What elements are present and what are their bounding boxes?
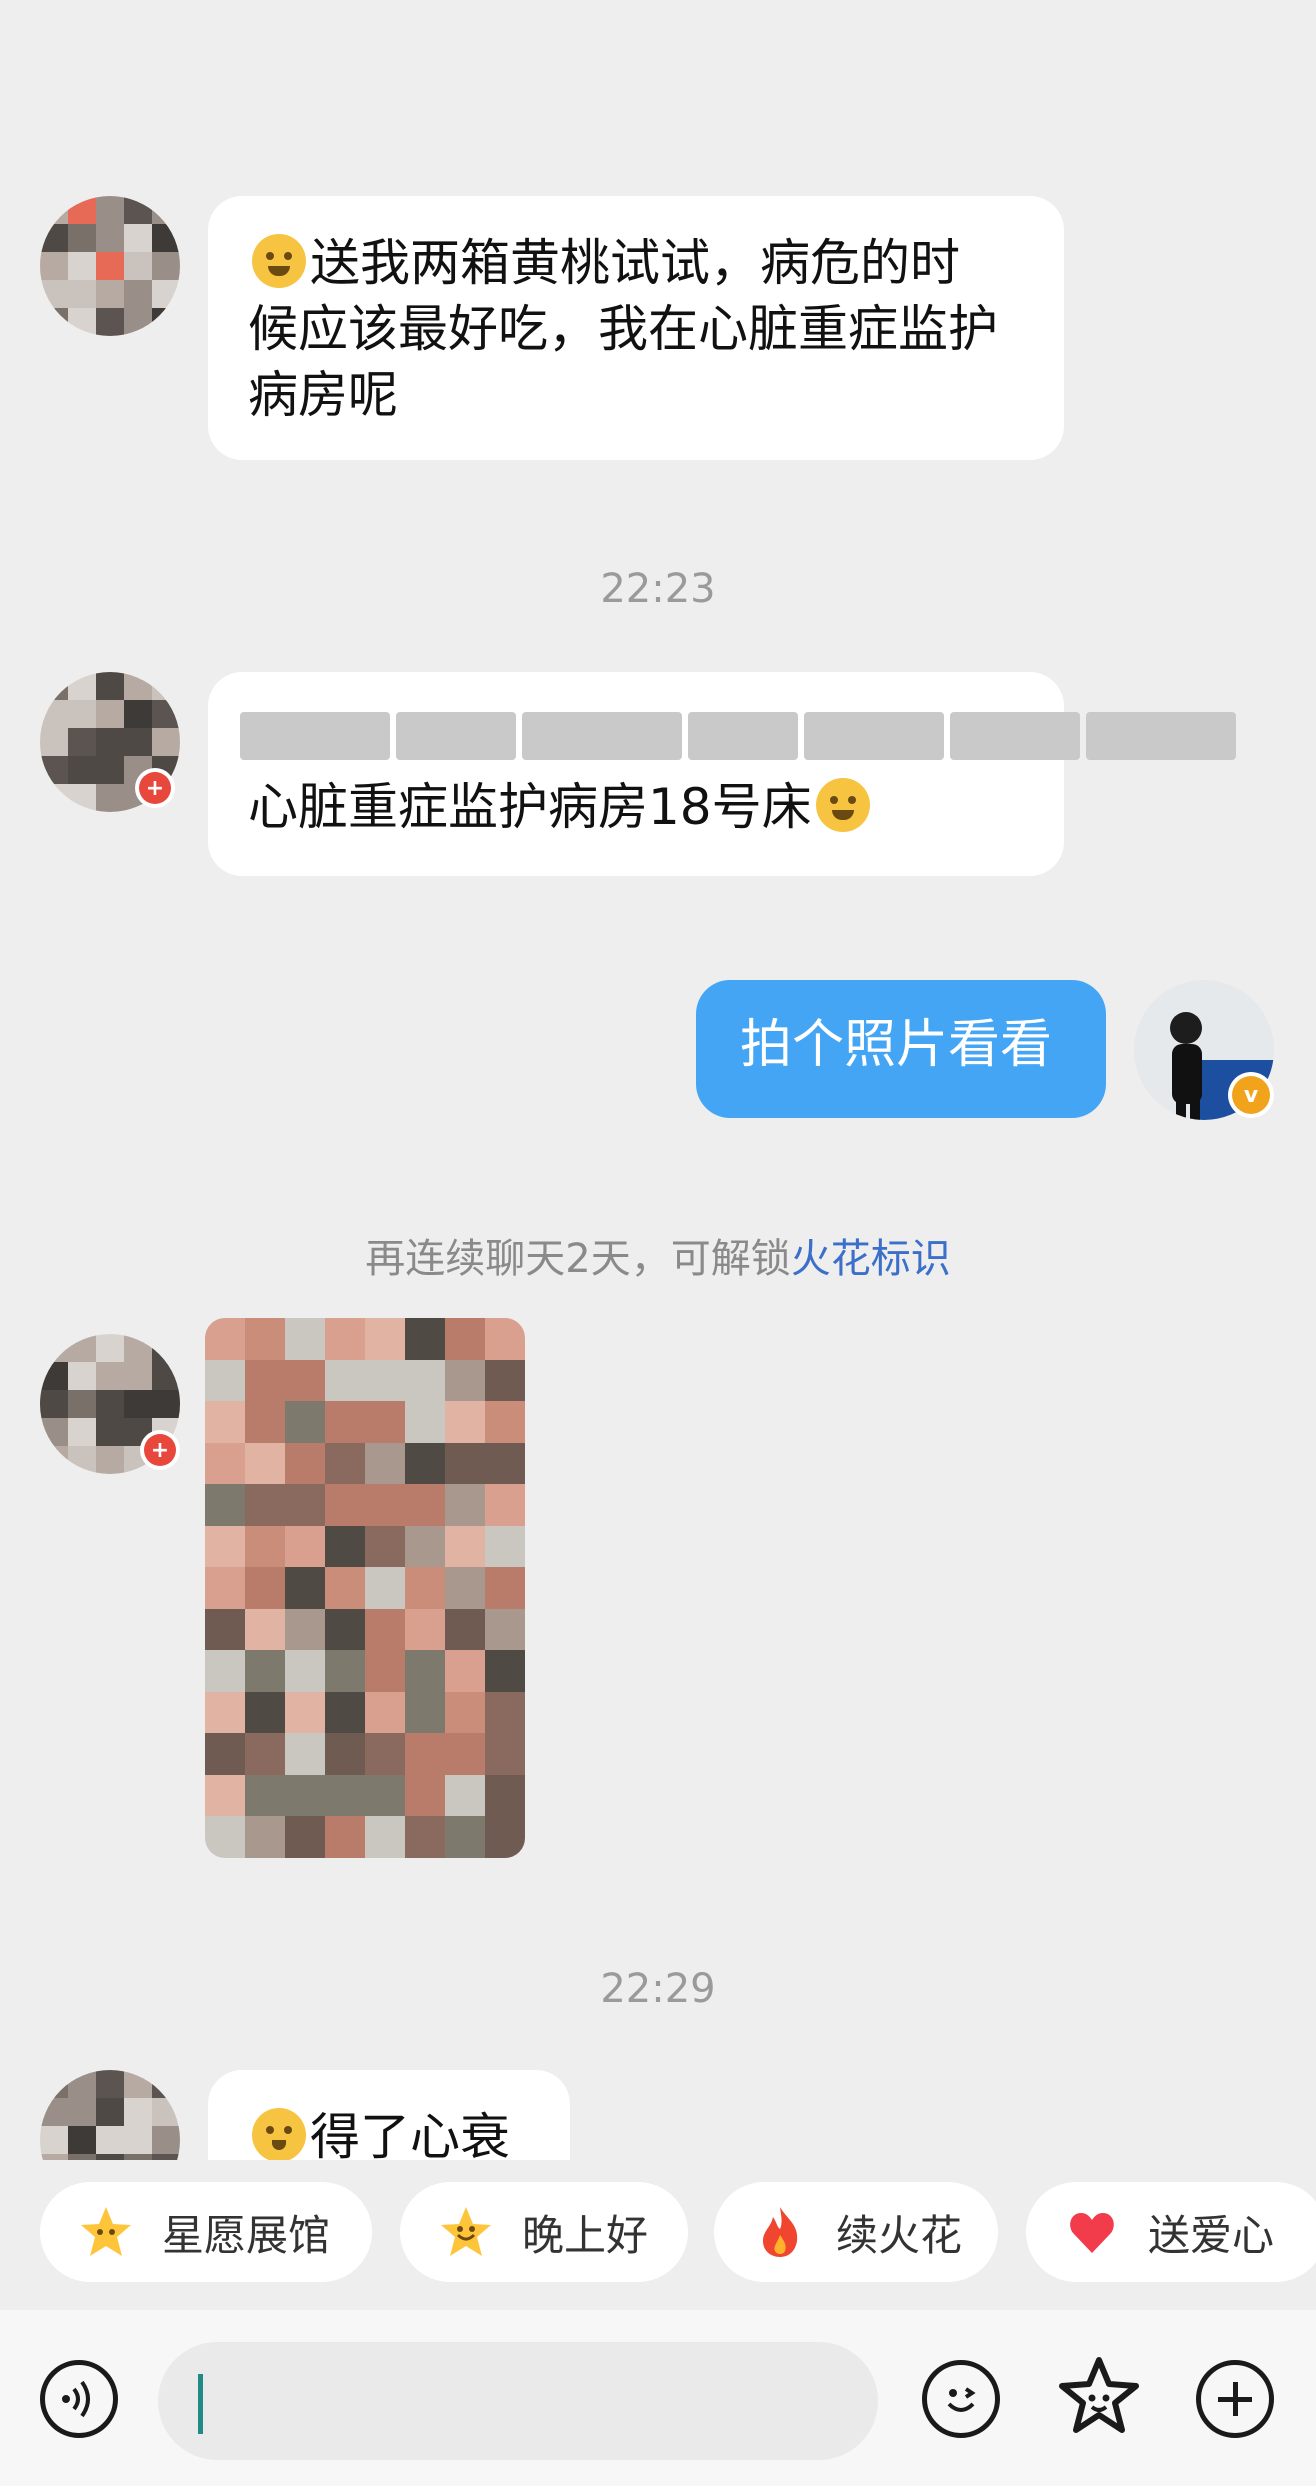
input-bar	[0, 2310, 1316, 2486]
star-sticker-icon	[1059, 2357, 1139, 2433]
message-text: 心脏重症监护病房18号床	[248, 778, 812, 836]
emoji-button[interactable]	[922, 2360, 1000, 2438]
timestamp: 22:23	[600, 566, 716, 612]
quick-reply-chip[interactable]: 晚上好	[400, 2182, 688, 2282]
timestamp: 22:29	[600, 1966, 716, 2012]
thinking-emoji-icon	[252, 2108, 306, 2160]
quick-reply-label: 送爱心	[1148, 2210, 1275, 2260]
streak-hint: 再连续聊天2天，可解锁火花标识	[0, 1226, 1316, 1284]
quick-reply-chip[interactable]: 续火花	[714, 2182, 998, 2282]
incoming-message-bubble[interactable]: 送我两箱黄桃试试，病危的时候应该最好吃，我在心脏重症监护病房呢	[208, 196, 1064, 460]
avatar-badge: +	[140, 1430, 180, 1470]
quick-reply-chip[interactable]: 星愿展馆	[40, 2182, 372, 2282]
heart-icon	[1064, 2204, 1120, 2260]
more-button[interactable]	[1196, 2360, 1274, 2438]
message-text: 送我两箱黄桃试试，病危的时候应该最好吃，我在心脏重症监护病房呢	[248, 234, 998, 424]
spark-badge-link[interactable]: 火花标识	[791, 1236, 951, 1282]
contact-avatar[interactable]	[40, 2070, 180, 2160]
incoming-message-bubble[interactable]: 得了心衰	[208, 2070, 570, 2160]
crying-laughing-emoji-icon	[815, 778, 870, 832]
quick-reply-label: 星愿展馆	[162, 2210, 331, 2260]
incoming-message-bubble[interactable]: 心脏重症监护病房18号床	[208, 672, 1064, 876]
contact-avatar[interactable]	[40, 196, 180, 336]
outgoing-message-bubble[interactable]: 拍个照片看看	[696, 980, 1106, 1118]
quick-reply-bar: 星愿展馆 晚上好 续火花 送爱心	[0, 2182, 1316, 2286]
quick-reply-label: 续火花	[836, 2210, 963, 2260]
redacted-text-block	[240, 712, 1236, 760]
crying-laughing-emoji-icon	[252, 234, 306, 288]
message-text: 拍个照片看看	[740, 1015, 1053, 1075]
voice-input-button[interactable]	[40, 2360, 118, 2438]
plus-icon	[1218, 2382, 1252, 2416]
quick-reply-chip[interactable]: 送爱心	[1026, 2182, 1316, 2282]
message-text: 得了心衰	[310, 2108, 510, 2160]
text-caret	[198, 2374, 203, 2434]
star-face-icon	[78, 2204, 134, 2260]
quick-reply-label: 晚上好	[522, 2210, 649, 2260]
message-input[interactable]	[158, 2342, 878, 2460]
chat-area[interactable]: 送我两箱黄桃试试，病危的时候应该最好吃，我在心脏重症监护病房呢 22:23 + …	[0, 0, 1316, 2160]
smiley-icon	[947, 2387, 976, 2412]
voice-wave-icon	[62, 2380, 90, 2418]
star-smile-icon	[438, 2204, 494, 2260]
fire-icon	[752, 2204, 808, 2260]
verified-badge: v	[1228, 1072, 1274, 1118]
image-message[interactable]	[205, 1318, 525, 1858]
sticker-button[interactable]	[1054, 2352, 1144, 2442]
hint-text: 再连续聊天2天，可解锁	[365, 1236, 791, 1282]
avatar-badge: +	[135, 768, 175, 808]
